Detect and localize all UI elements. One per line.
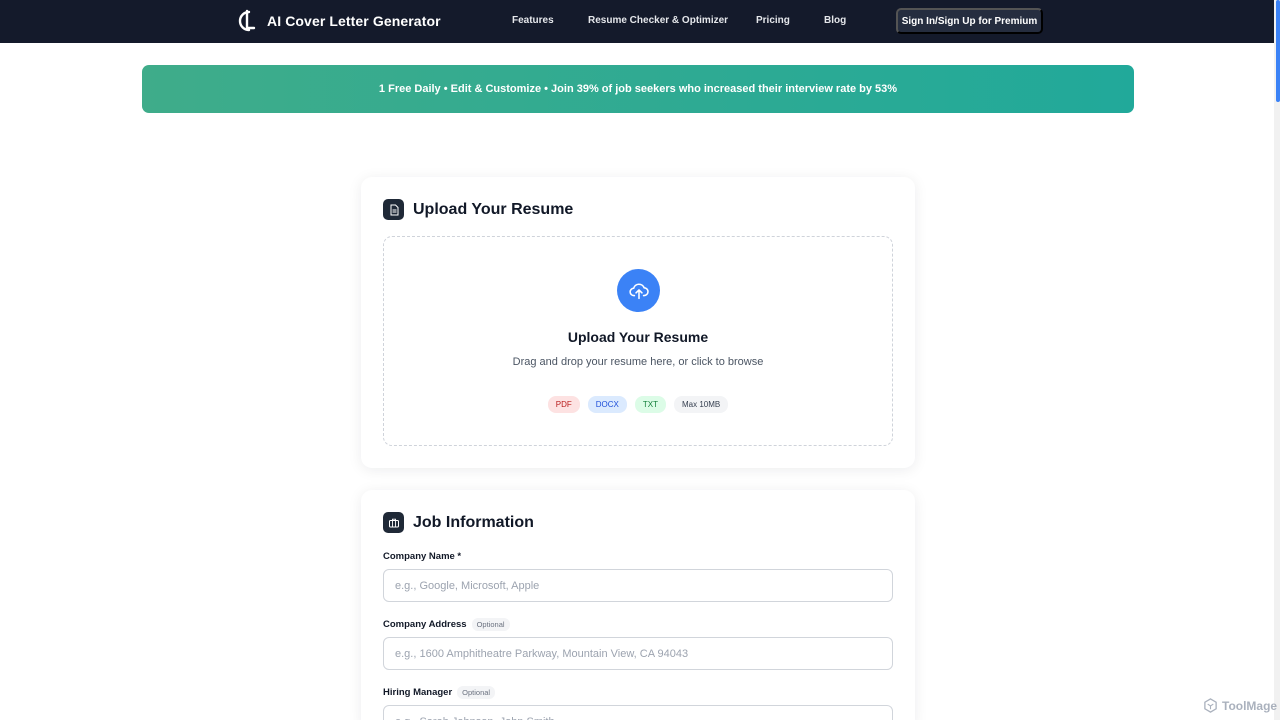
format-badge-docx: DOCX — [587, 396, 627, 413]
nav-link-resume-checker[interactable]: Resume Checker & Optimizer — [588, 15, 728, 26]
nav-link-features[interactable]: Features — [512, 15, 554, 26]
promo-banner: 1 Free Daily • Edit & Customize • Join 3… — [142, 65, 1134, 113]
optional-badge: Optional — [457, 685, 496, 699]
scrollbar-track[interactable] — [1274, 0, 1280, 720]
format-badge-txt: TXT — [634, 396, 666, 413]
brand-title: AI Cover Letter Generator — [267, 13, 441, 29]
scrollbar-thumb[interactable] — [1276, 0, 1280, 102]
company-name-label-text: Company Name * — [383, 550, 462, 562]
top-navbar: AI Cover Letter Generator Features Resum… — [0, 0, 1280, 43]
format-badge-pdf: PDF — [547, 396, 580, 413]
cl-logo-icon — [238, 9, 256, 32]
hiring-manager-field: Hiring Manager Optional — [383, 685, 893, 720]
company-address-label-text: Company Address — [383, 618, 467, 630]
toolmage-watermark: ToolMage — [1203, 698, 1277, 713]
brand[interactable]: AI Cover Letter Generator — [236, 9, 441, 33]
job-card-title: Job Information — [413, 513, 534, 531]
company-name-label: Company Name * — [383, 549, 893, 563]
job-information-card: Job Information Company Name * Company A… — [361, 490, 915, 720]
upload-card-title: Upload Your Resume — [413, 200, 574, 218]
job-card-header: Job Information — [383, 512, 534, 533]
briefcase-icon — [383, 512, 404, 533]
hiring-manager-label-text: Hiring Manager — [383, 686, 453, 698]
hiring-manager-label: Hiring Manager Optional — [383, 685, 893, 699]
hiring-manager-input[interactable] — [383, 705, 893, 720]
cloud-upload-icon — [617, 269, 660, 312]
company-name-input[interactable] — [383, 569, 893, 602]
company-address-input[interactable] — [383, 637, 893, 670]
company-address-label: Company Address Optional — [383, 617, 893, 631]
upload-resume-card: Upload Your Resume Upload Your Resume Dr… — [361, 177, 915, 468]
nav-link-blog[interactable]: Blog — [824, 15, 846, 26]
optional-badge: Optional — [471, 617, 510, 631]
nav-link-pricing[interactable]: Pricing — [756, 15, 790, 26]
format-badges: PDF DOCX TXT Max 10MB — [384, 396, 892, 413]
sign-in-premium-button[interactable]: Sign In/Sign Up for Premium — [896, 8, 1043, 34]
company-address-field: Company Address Optional — [383, 617, 893, 670]
max-size-badge: Max 10MB — [674, 396, 729, 413]
dropzone-title: Upload Your Resume — [567, 329, 709, 345]
watermark-text: ToolMage — [1222, 698, 1278, 713]
upload-card-header: Upload Your Resume — [383, 199, 573, 220]
document-icon — [383, 199, 404, 220]
toolmage-logo-icon — [1204, 698, 1217, 713]
resume-dropzone[interactable]: Upload Your Resume Drag and drop your re… — [383, 236, 893, 446]
dropzone-subtitle: Drag and drop your resume here, or click… — [512, 356, 764, 368]
promo-text: 1 Free Daily • Edit & Customize • Join 3… — [378, 83, 898, 95]
company-name-field: Company Name * — [383, 549, 893, 602]
